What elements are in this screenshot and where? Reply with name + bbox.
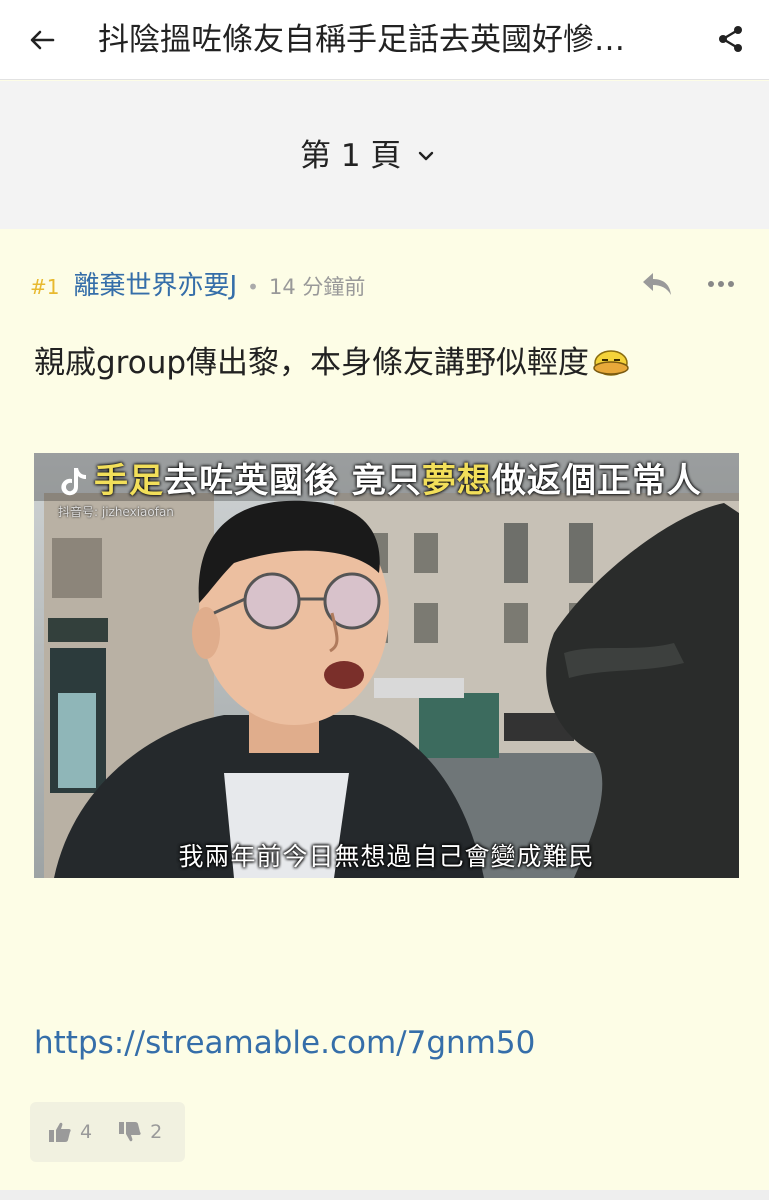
thumbs-down-icon	[119, 1122, 141, 1142]
bottom-divider	[0, 1190, 769, 1200]
like-count: 4	[80, 1121, 93, 1143]
thumbs-up-icon	[49, 1122, 71, 1142]
separator-dot: •	[247, 275, 259, 299]
post-body-text: 親戚group傳出黎，本身條友講野似輕度	[34, 345, 590, 381]
reply-button[interactable]	[636, 263, 678, 305]
more-dots-icon	[708, 281, 734, 287]
post-item: #1 離棄世界亦要J • 14 分鐘前 親戚group傳出黎，本身條友講野似輕度	[0, 229, 769, 1190]
face-emoji-icon	[591, 345, 631, 393]
post-header: #1 離棄世界亦要J • 14 分鐘前	[30, 265, 365, 303]
thread-title: 抖陰搵咗條友自稱手足話去英國好慘…	[98, 22, 625, 58]
video-title-after: 做返個正常人	[491, 461, 702, 501]
like-button[interactable]: 4	[48, 1121, 92, 1143]
video-title-overlay: 手足去咗英國後 竟只夢想做返個正常人	[94, 459, 734, 503]
post-author[interactable]: 離棄世界亦要J	[73, 265, 237, 302]
back-arrow-icon	[30, 30, 55, 50]
dislike-button[interactable]: 2	[118, 1121, 162, 1143]
page-dropdown[interactable]: 第 1 頁	[300, 131, 437, 181]
tiktok-logo-icon	[58, 465, 88, 497]
app-bar: 抖陰搵咗條友自稱手足話去英國好慘…	[0, 0, 769, 80]
page-selector-bar: 第 1 頁	[0, 81, 769, 229]
video-title-before: 手足	[94, 461, 164, 501]
reply-icon	[643, 273, 671, 295]
video-title-highlight: 夢想	[421, 461, 492, 501]
post-link[interactable]: https://streamable.com/7gnm50	[34, 1025, 535, 1061]
page-label: 第 1 頁	[300, 138, 402, 174]
more-options-button[interactable]	[700, 263, 742, 305]
post-body: 親戚group傳出黎，本身條友講野似輕度	[34, 339, 631, 393]
video-thumbnail[interactable]: 手足去咗英國後 竟只夢想做返個正常人 抖音号: jizhexiaofan 我兩年…	[34, 453, 739, 878]
post-time: 14 分鐘前	[268, 275, 366, 299]
chevron-down-icon	[417, 146, 437, 166]
dislike-count: 2	[150, 1121, 163, 1143]
video-title-mid: 去咗英國後 竟只	[164, 461, 422, 501]
post-index: #1	[30, 275, 60, 299]
share-icon	[719, 26, 742, 52]
video-watermark: 抖音号: jizhexiaofan	[58, 505, 174, 519]
share-button[interactable]	[708, 16, 754, 62]
vote-box: 4 2	[30, 1102, 185, 1162]
video-subtitle: 我兩年前今日無想過自己會變成難民	[178, 842, 595, 871]
back-button[interactable]	[22, 20, 62, 60]
